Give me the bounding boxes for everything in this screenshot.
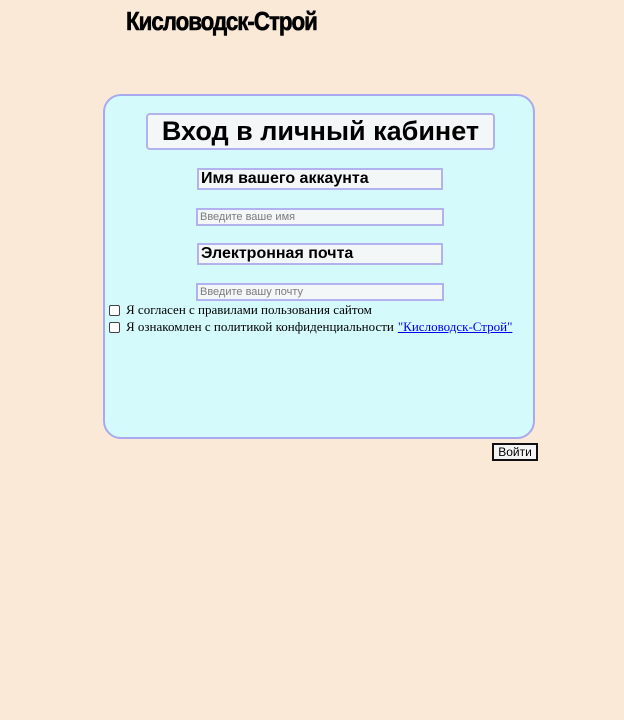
login-heading: Вход в личный кабинет [146,113,495,150]
email-label: Электронная почта [197,243,443,265]
agree-privacy-label: Я ознакомлен с политикой конфиденциально… [126,319,394,334]
account-name-label: Имя вашего аккаунта [197,168,443,190]
login-button[interactable]: Войти [492,443,538,461]
privacy-policy-link[interactable]: "Кисловодск-Строй" [398,319,513,335]
agree-privacy-row: Я ознакомлен с политикой конфиденциально… [109,319,512,335]
account-name-input[interactable] [196,208,444,226]
agree-rules-row: Я согласен с правилами пользования сайто… [109,302,372,318]
agree-privacy-checkbox[interactable] [109,321,120,333]
agree-rules-checkbox[interactable] [109,304,120,316]
agree-rules-label: Я согласен с правилами пользования сайто… [126,302,372,317]
site-title: Кисловодск-Строй [126,6,318,37]
email-input[interactable] [196,283,444,301]
